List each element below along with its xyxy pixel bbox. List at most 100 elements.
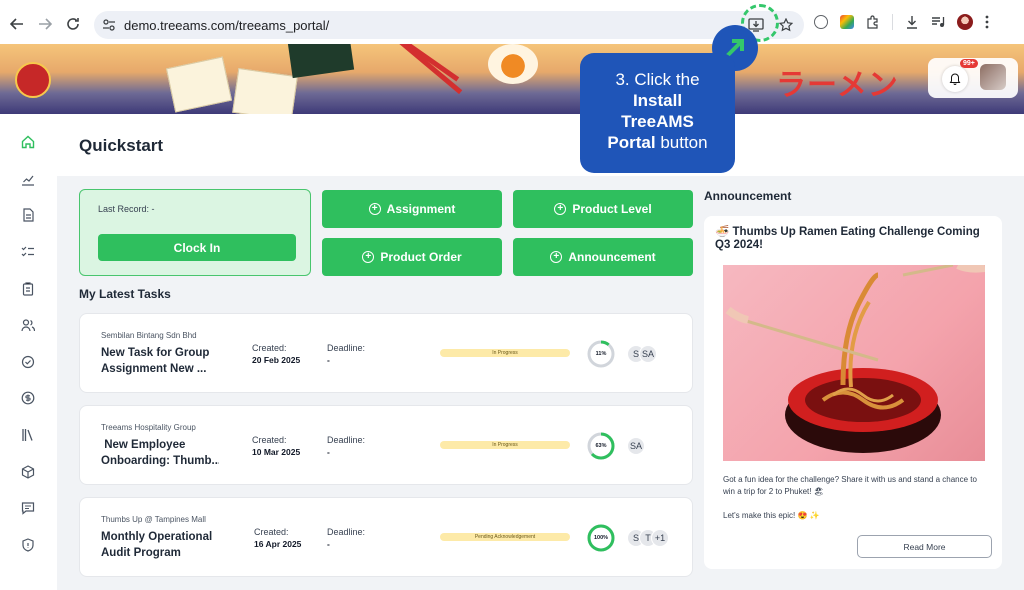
page-header: Quickstart <box>57 114 1024 176</box>
my-latest-tasks-title: My Latest Tasks <box>79 287 171 301</box>
assignee-list: S SA <box>627 345 657 363</box>
extension-color-icon[interactable] <box>840 15 854 29</box>
product-order-button[interactable]: + Product Order <box>322 238 502 276</box>
users-icon[interactable] <box>19 316 37 334</box>
progress-percent: 63% <box>595 443 607 449</box>
announcement-body: Got a fun idea for the challenge? Share … <box>723 475 977 496</box>
callout-line-3: TreeAMS <box>621 112 694 131</box>
announcement-button[interactable]: + Announcement <box>513 238 693 276</box>
egg-decoration <box>488 44 538 84</box>
assignee-more[interactable]: +1 <box>651 529 669 547</box>
extension-c-icon[interactable] <box>814 15 828 29</box>
notification-count-badge: 99+ <box>960 59 978 68</box>
browser-toolbar: demo.treeams.com/treeams_portal/ <box>0 0 1024 44</box>
read-more-button[interactable]: Read More <box>857 535 992 558</box>
library-icon[interactable] <box>19 426 37 444</box>
shield-icon[interactable] <box>19 536 37 554</box>
status-badge: In Progress <box>440 349 570 357</box>
user-avatar[interactable] <box>980 64 1006 90</box>
tofu-decoration <box>165 56 233 113</box>
task-card[interactable]: Sembilan Bintang Sdn Bhd New Task for Gr… <box>79 313 693 393</box>
created-date: 20 Feb 2025 <box>252 355 301 365</box>
announcement-section-title: Announcement <box>704 189 792 203</box>
clock-in-button[interactable]: Clock In <box>98 234 296 261</box>
callout-line-2: Install <box>632 91 683 110</box>
portal-banner: ラーメン 99+ <box>0 44 1024 114</box>
address-bar[interactable]: demo.treeams.com/treeams_portal/ <box>94 11 804 39</box>
media-queue-icon[interactable] <box>931 15 945 29</box>
announcement-headline: 🍜 Thumbs Up Ramen Eating Challenge Comin… <box>715 226 980 251</box>
home-icon[interactable] <box>19 133 37 151</box>
assignee-avatar[interactable]: SA <box>627 437 645 455</box>
status-badge: In Progress <box>440 441 570 449</box>
callout-line-4-suffix: button <box>655 133 708 152</box>
chat-icon[interactable] <box>19 499 37 517</box>
deadline-label: Deadline: <box>327 527 366 537</box>
task-title: New Task for Group Assignment New ... <box>101 347 210 375</box>
bookmark-star-icon[interactable] <box>776 15 796 35</box>
assignee-list: S T +1 <box>627 529 669 547</box>
analytics-icon[interactable] <box>19 170 37 188</box>
status-badge: Pending Acknowledgement <box>440 533 570 541</box>
download-icon[interactable] <box>905 15 919 29</box>
task-card[interactable]: Thumbs Up @ Tampines Mall Monthly Operat… <box>79 497 693 577</box>
tofu-decoration <box>232 68 298 114</box>
created-label: Created: <box>254 527 289 537</box>
clock-record-card: Last Record: - Clock In <box>79 189 311 276</box>
deadline-label: Deadline: <box>327 435 366 445</box>
ramen-bowl-image <box>723 265 985 461</box>
product-order-button-label: Product Order <box>380 250 462 264</box>
deadline-value: - <box>327 447 330 457</box>
task-company: Sembilan Bintang Sdn Bhd <box>101 331 197 340</box>
announcement-card: 🍜 Thumbs Up Ramen Eating Challenge Comin… <box>704 216 1002 569</box>
header-actions: 99+ <box>928 58 1018 98</box>
created-label: Created: <box>252 343 287 353</box>
callout-line-4: Portal <box>607 133 656 152</box>
created-date: 16 Apr 2025 <box>254 539 302 549</box>
assignment-button[interactable]: + Assignment <box>322 190 502 228</box>
back-icon[interactable] <box>3 10 31 38</box>
verified-badge-icon[interactable] <box>19 353 37 371</box>
task-title: Monthly Operational Audit Program <box>101 531 213 559</box>
progress-percent: 11% <box>595 351 607 357</box>
announcement-button-label: Announcement <box>568 250 656 264</box>
nori-decoration <box>287 44 355 79</box>
extensions-puzzle-icon[interactable] <box>866 15 880 29</box>
package-icon[interactable] <box>19 463 37 481</box>
menu-kebab-icon[interactable] <box>985 15 989 29</box>
ramen-title: ラーメン <box>776 68 899 103</box>
callout-line-1: 3. Click the <box>615 70 700 89</box>
created-date: 10 Mar 2025 <box>252 447 301 457</box>
last-record-label: Last Record: - <box>98 204 155 214</box>
clipboard-icon[interactable] <box>19 280 37 298</box>
assignment-button-label: Assignment <box>386 202 456 216</box>
task-company: Treeams Hospitality Group <box>101 423 196 432</box>
plus-circle-icon: + <box>554 203 567 215</box>
url-text[interactable]: demo.treeams.com/treeams_portal/ <box>124 18 329 33</box>
document-icon[interactable] <box>19 206 37 224</box>
sidebar <box>0 114 57 590</box>
task-card[interactable]: Treeams Hospitality Group New Employee O… <box>79 405 693 485</box>
forward-icon[interactable] <box>31 10 59 38</box>
notification-bell-icon[interactable] <box>942 66 968 92</box>
plus-circle-icon: + <box>368 203 381 215</box>
reload-icon[interactable] <box>59 10 87 38</box>
assignee-avatar[interactable]: SA <box>639 345 657 363</box>
product-level-button-label: Product Level <box>572 202 652 216</box>
announcement-body-2: Let's make this epic! 😍 ✨ <box>723 511 820 520</box>
product-level-button[interactable]: + Product Level <box>513 190 693 228</box>
site-settings-icon[interactable] <box>102 18 116 32</box>
plus-circle-icon: + <box>362 251 375 263</box>
task-title: New Employee Onboarding: Thumb... <box>101 439 219 467</box>
chopsticks-decoration <box>397 44 463 95</box>
profile-avatar-icon[interactable] <box>957 14 973 30</box>
deadline-value: - <box>327 355 330 365</box>
deadline-value: - <box>327 539 330 549</box>
treeams-ramen-logo[interactable] <box>15 62 51 98</box>
dollar-icon[interactable] <box>19 389 37 407</box>
page-title: Quickstart <box>79 136 164 155</box>
task-company: Thumbs Up @ Tampines Mall <box>101 515 206 524</box>
created-label: Created: <box>252 435 287 445</box>
checklist-icon[interactable] <box>19 243 37 261</box>
plus-circle-icon: + <box>550 251 563 263</box>
